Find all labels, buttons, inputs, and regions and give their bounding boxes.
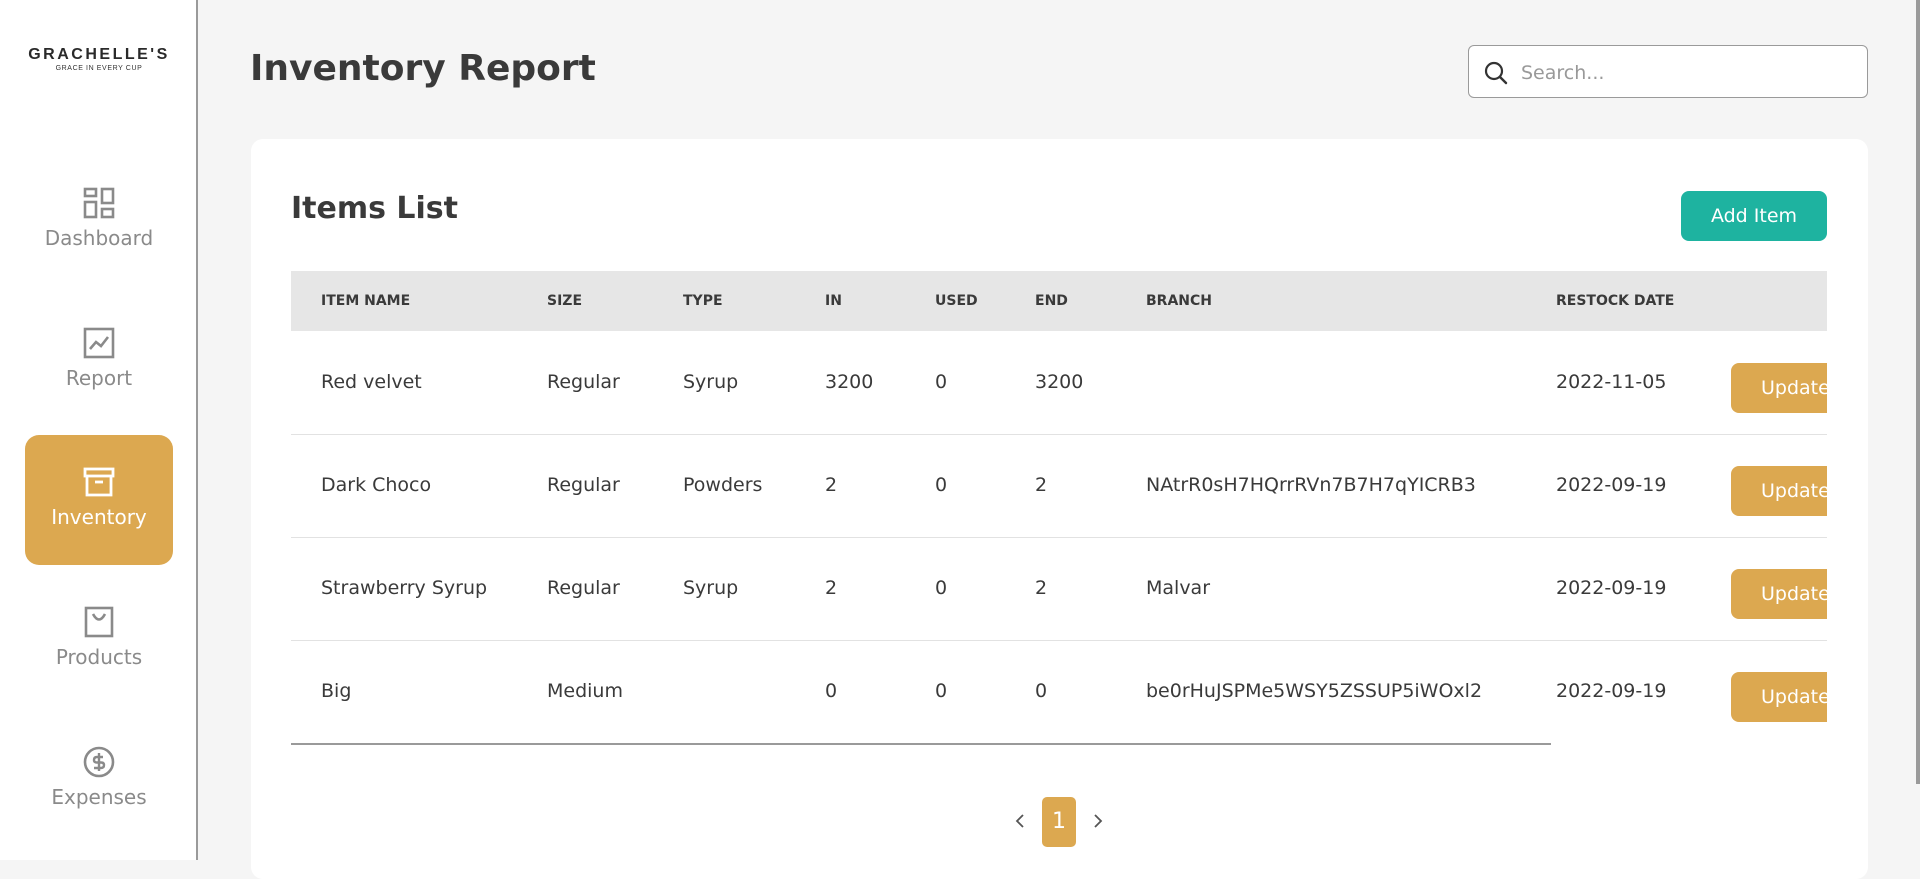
sidebar-item-dashboard[interactable]: Dashboard (25, 156, 173, 286)
column-header-branch: BRANCH (1146, 293, 1212, 309)
column-header-type: TYPE (683, 293, 723, 309)
column-header-restock-date: RESTOCK DATE (1556, 293, 1675, 309)
sidebar-item-label: Products (55, 645, 143, 669)
update-button[interactable]: Update (1731, 466, 1827, 516)
sidebar-item-label: Expenses (51, 785, 147, 809)
cell-branch: NAtrR0sH7HQrrRVn7B7H7qYICRB3 (1146, 474, 1476, 496)
cell-restock-date: 2022-09-19 (1556, 577, 1667, 599)
cell-size: Regular (547, 474, 620, 496)
page-number-current[interactable]: 1 (1042, 797, 1076, 847)
chart-icon (83, 327, 115, 359)
brand-logo: GRACHELLE'S GRACE IN EVERY CUP (0, 46, 198, 72)
brand-name: GRACHELLE'S (28, 46, 170, 63)
cell-in: 3200 (825, 371, 874, 393)
add-item-button[interactable]: Add Item (1681, 191, 1827, 241)
archive-box-icon (83, 467, 115, 497)
cell-in: 0 (825, 680, 838, 702)
sidebar-item-label: Inventory (51, 505, 147, 529)
search-box[interactable] (1468, 45, 1868, 98)
cell-item-name: Big (321, 680, 352, 702)
chevron-left-icon[interactable] (1009, 810, 1031, 832)
sidebar-item-products[interactable]: Products (25, 575, 173, 705)
cell-end: 0 (1035, 680, 1048, 702)
cell-used: 0 (935, 474, 948, 496)
table-row: Strawberry Syrup Regular Syrup 2 0 2 Mal… (291, 537, 1827, 641)
cell-end: 2 (1035, 577, 1048, 599)
column-header-item-name: ITEM NAME (321, 293, 411, 309)
cell-end: 3200 (1035, 371, 1084, 393)
page-scrollbar[interactable] (1916, 0, 1920, 784)
update-button[interactable]: Update (1731, 569, 1827, 619)
cell-type: Syrup (683, 371, 739, 393)
sidebar: GRACHELLE'S GRACE IN EVERY CUP Dashboard… (0, 0, 198, 860)
cell-in: 2 (825, 577, 838, 599)
cell-type: Syrup (683, 577, 739, 599)
sidebar-item-expenses[interactable]: Expenses (25, 715, 173, 845)
brand-tagline: GRACE IN EVERY CUP (55, 65, 143, 72)
page-title: Inventory Report (250, 48, 596, 89)
column-header-end: END (1035, 293, 1068, 309)
shopping-bag-icon (84, 606, 114, 638)
sidebar-item-label: Report (65, 366, 133, 390)
cell-item-name: Red velvet (321, 371, 422, 393)
cell-used: 0 (935, 371, 948, 393)
cell-item-name: Dark Choco (321, 474, 432, 496)
cell-used: 0 (935, 680, 948, 702)
pagination: 1 (251, 795, 1868, 847)
dollar-circle-icon (83, 746, 115, 778)
cell-size: Regular (547, 577, 620, 599)
cell-branch: Malvar (1146, 577, 1211, 599)
column-header-size: SIZE (547, 293, 583, 309)
column-header-used: USED (935, 293, 978, 309)
dashboard-icon (83, 187, 115, 219)
cell-in: 2 (825, 474, 838, 496)
inventory-table: ITEM NAME SIZE TYPE IN USED END BRANCH R… (291, 271, 1827, 745)
table-row: Big Medium 0 0 0 be0rHuJSPMe5WSY5ZSSUP5i… (291, 640, 1827, 743)
cell-end: 2 (1035, 474, 1048, 496)
update-button[interactable]: Update (1731, 672, 1827, 722)
search-input[interactable] (1519, 54, 1853, 92)
cell-restock-date: 2022-09-19 (1556, 474, 1667, 496)
items-card: Items List Add Item ITEM NAME SIZE TYPE … (251, 139, 1868, 879)
cell-restock-date: 2022-09-19 (1556, 680, 1667, 702)
items-list-title: Items List (291, 191, 459, 226)
sidebar-item-inventory[interactable]: Inventory (25, 435, 173, 565)
sidebar-item-report[interactable]: Report (25, 296, 173, 426)
column-header-in: IN (825, 293, 842, 309)
sidebar-item-label: Dashboard (44, 226, 154, 250)
cell-size: Medium (547, 680, 623, 702)
cell-restock-date: 2022-11-05 (1556, 371, 1667, 393)
table-row: Dark Choco Regular Powders 2 0 2 NAtrR0s… (291, 434, 1827, 538)
chevron-right-icon[interactable] (1087, 810, 1109, 832)
search-icon (1484, 61, 1508, 85)
cell-item-name: Strawberry Syrup (321, 577, 488, 599)
cell-used: 0 (935, 577, 948, 599)
update-button[interactable]: Update (1731, 363, 1827, 413)
table-row: Red velvet Regular Syrup 3200 0 3200 202… (291, 331, 1827, 435)
table-scrollbar[interactable] (291, 743, 1551, 745)
cell-size: Regular (547, 371, 620, 393)
cell-branch: be0rHuJSPMe5WSY5ZSSUP5iWOxl2 (1146, 680, 1483, 702)
cell-type: Powders (683, 474, 763, 496)
table-header: ITEM NAME SIZE TYPE IN USED END BRANCH R… (291, 271, 1827, 331)
